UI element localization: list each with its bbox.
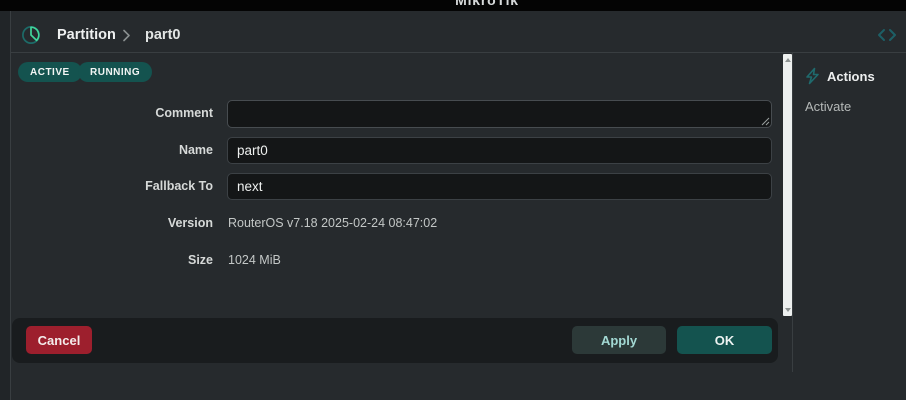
fallback-to-input[interactable] — [227, 173, 772, 200]
size-label: Size — [187, 253, 213, 267]
scroll-down-icon[interactable] — [784, 308, 791, 312]
fallback-to-label: Fallback To — [145, 179, 213, 193]
scroll-up-icon[interactable] — [784, 58, 791, 62]
status-badge-active: ACTIVE — [18, 62, 82, 82]
code-chevrons-icon[interactable] — [876, 28, 898, 42]
comment-label: Comment — [155, 106, 213, 120]
sidebar-divider — [792, 53, 793, 372]
name-input[interactable] — [227, 137, 772, 164]
cancel-button[interactable]: Cancel — [26, 326, 92, 354]
breadcrumb-partition[interactable]: Partition — [57, 27, 116, 43]
lightning-bolt-icon — [806, 67, 819, 85]
action-activate[interactable]: Activate — [805, 99, 851, 114]
breadcrumb-chevron-icon — [123, 29, 130, 42]
breadcrumb-part0: part0 — [145, 27, 181, 43]
actions-panel-title: Actions — [827, 69, 875, 84]
comment-textarea[interactable] — [227, 100, 772, 128]
footer-button-bar: Cancel Apply OK — [12, 318, 778, 363]
status-badge-running: RUNNING — [78, 62, 153, 82]
top-brand-bar: MikroTik — [0, 0, 906, 11]
header-divider — [10, 52, 906, 53]
vertical-scrollbar[interactable] — [783, 54, 792, 316]
name-label: Name — [178, 143, 213, 157]
ok-button[interactable]: OK — [677, 326, 772, 354]
apply-button[interactable]: Apply — [572, 326, 666, 354]
webfig-partition-dialog: MikroTik Partition part0 ACTIVE RUNNING … — [0, 0, 906, 400]
partition-pie-icon — [22, 26, 40, 44]
size-value: 1024 MiB — [228, 253, 281, 267]
left-divider — [10, 11, 11, 400]
version-value: RouterOS v7.18 2025-02-24 08:47:02 — [228, 216, 438, 230]
version-label: Version — [167, 216, 213, 230]
mikrotik-logo: MikroTik — [455, 0, 519, 8]
